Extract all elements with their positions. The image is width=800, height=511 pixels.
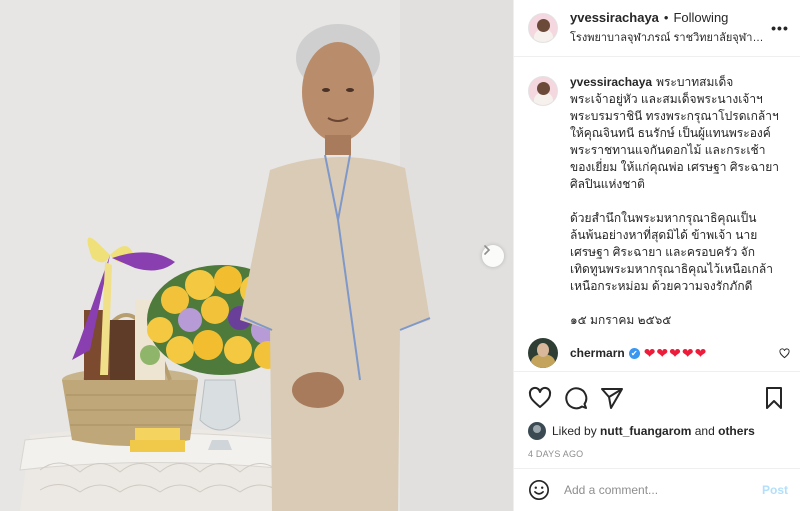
share-icon[interactable]: [600, 386, 624, 410]
bookmark-icon[interactable]: [762, 386, 786, 410]
following-button[interactable]: Following: [673, 10, 728, 25]
caption-text: yvessirachaya พระบาทสมเด็จพระเจ้าอยู่หัว …: [570, 74, 786, 330]
comment-username[interactable]: chermarn: [570, 346, 625, 360]
action-bar: [528, 380, 786, 416]
avatar[interactable]: [528, 13, 558, 43]
comment-avatar[interactable]: [528, 338, 558, 368]
caption-paragraph-1: พระบาทสมเด็จพระเจ้าอยู่หัว และสมเด็จพระน…: [570, 75, 780, 191]
caption-username[interactable]: yvessirachaya: [570, 75, 652, 89]
liked-by-user[interactable]: nutt_fuangarom: [600, 424, 691, 438]
heart-icon[interactable]: [528, 386, 552, 410]
more-options-icon[interactable]: •••: [770, 20, 790, 36]
post-header: yvessirachaya • Following โรงพยาบาลจุฬาภ…: [514, 0, 800, 57]
post-date[interactable]: 4 DAYS AGO: [528, 449, 786, 459]
username[interactable]: yvessirachaya: [570, 10, 659, 25]
post-photo[interactable]: [0, 0, 513, 511]
comment-like-heart-icon[interactable]: [779, 347, 790, 359]
comment: chermarn ✔ ❤❤❤❤❤: [528, 338, 790, 368]
liker-avatar[interactable]: [528, 422, 546, 440]
next-photo-button[interactable]: [482, 245, 504, 267]
comment-input[interactable]: [564, 483, 762, 497]
location-link[interactable]: โรงพยาบาลจุฬาภรณ์ ราชวิทยาลัยจุฬาภรณ์: [570, 28, 770, 46]
post-button[interactable]: Post: [762, 483, 788, 497]
comment-icon[interactable]: [564, 386, 588, 410]
comments-section: yvessirachaya พระบาทสมเด็จพระเจ้าอยู่หัว …: [514, 58, 800, 330]
emoji-icon[interactable]: [528, 479, 550, 501]
caption: yvessirachaya พระบาทสมเด็จพระเจ้าอยู่หัว …: [528, 74, 786, 330]
chevron-right-icon: [484, 245, 491, 255]
caption-paragraph-3: ๑๕ มกราคม ๒๕๖๕: [570, 313, 672, 327]
verified-badge-icon: ✔: [628, 347, 640, 359]
post-header-text: yvessirachaya • Following โรงพยาบาลจุฬาภ…: [570, 10, 770, 46]
caption-paragraph-2: ด้วยสำนึกในพระมหากรุณาธิคุณเป็นล้นพ้นอย่…: [570, 211, 773, 293]
comment-body: ❤❤❤❤❤: [643, 344, 708, 361]
separator-dot: •: [663, 10, 669, 25]
liked-by-prefix: Liked by: [552, 424, 597, 438]
liked-by-others[interactable]: others: [718, 424, 755, 438]
add-comment-bar: Post: [514, 468, 800, 511]
post-sidebar: yvessirachaya • Following โรงพยาบาลจุฬาภ…: [513, 0, 800, 511]
caption-avatar[interactable]: [528, 76, 558, 106]
likes-summary: Liked by nutt_fuangarom and others: [528, 422, 786, 440]
photo-illustration: [0, 0, 513, 511]
liked-by-and: and: [694, 424, 715, 438]
comment-text: chermarn ✔ ❤❤❤❤❤: [570, 345, 779, 362]
actions-section: Liked by nutt_fuangarom and others 4 DAY…: [514, 371, 800, 459]
